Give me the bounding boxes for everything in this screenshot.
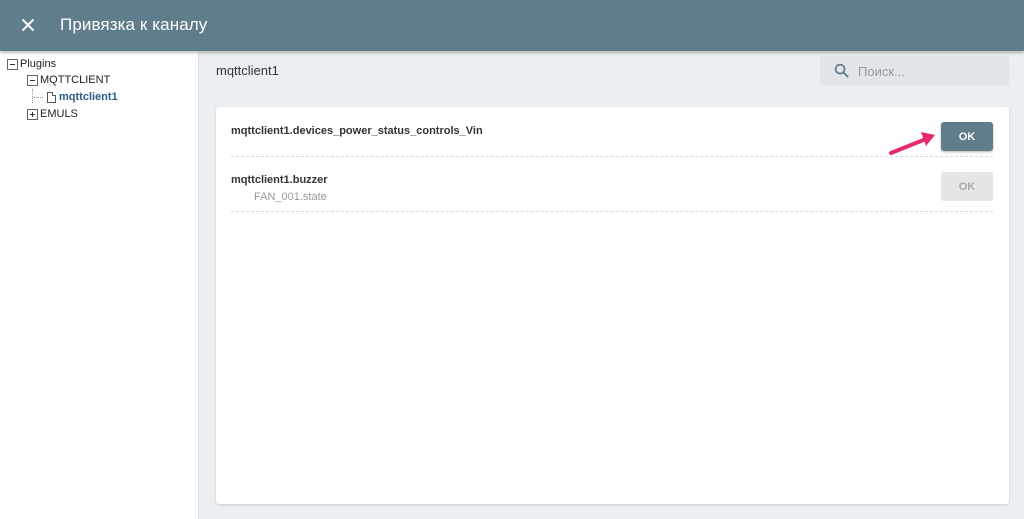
channel-row: mqttclient1.buzzer FAN_001.state OK	[231, 162, 993, 212]
expand-toggle-icon[interactable]	[27, 108, 38, 120]
tree-label: EMULS	[40, 108, 78, 120]
channel-subtitle: FAN_001.state	[254, 191, 327, 203]
search-input[interactable]	[858, 61, 998, 81]
breadcrumb: mqttclient1	[216, 63, 279, 78]
tree-connector	[33, 97, 43, 98]
ok-button-disabled[interactable]: OK	[941, 172, 993, 201]
tree-node-mqttclient[interactable]: MQTTCLIENT	[27, 73, 110, 87]
channel-name: mqttclient1.buzzer	[231, 174, 328, 186]
tree-label: MQTTCLIENT	[40, 74, 111, 86]
channel-tree: Plugins MQTTCLIENT mqttclient1 EMULS	[0, 51, 199, 519]
collapse-toggle-icon[interactable]	[7, 58, 18, 70]
close-button[interactable]	[16, 13, 40, 37]
pointer-arrow-icon	[889, 132, 935, 155]
tree-node-plugins[interactable]: Plugins	[7, 57, 56, 71]
dialog-header: Привязка к каналу	[0, 0, 1024, 51]
tree-node-emuls[interactable]: EMULS	[27, 107, 78, 121]
collapse-toggle-icon[interactable]	[27, 74, 38, 86]
tree-label: Plugins	[20, 58, 57, 70]
channel-name: mqttclient1.devices_power_status_control…	[231, 125, 483, 137]
channel-list: mqttclient1.devices_power_status_control…	[216, 107, 1009, 504]
channel-row: mqttclient1.devices_power_status_control…	[231, 107, 993, 157]
tree-label: mqttclient1	[59, 91, 118, 103]
search-box[interactable]	[820, 56, 1009, 85]
search-icon	[834, 63, 849, 78]
close-icon	[22, 19, 34, 31]
ok-button[interactable]: OK	[941, 122, 993, 151]
tree-connector	[32, 89, 33, 103]
dialog-title: Привязка к каналу	[60, 15, 208, 34]
document-icon	[47, 91, 56, 103]
tree-node-mqttclient1[interactable]: mqttclient1	[47, 90, 118, 104]
